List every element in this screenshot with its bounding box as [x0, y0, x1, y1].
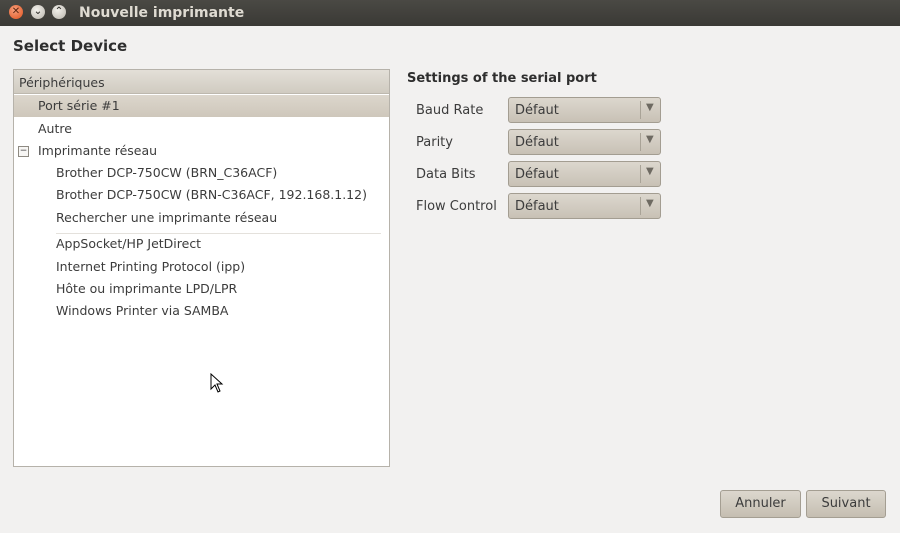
combo-divider — [640, 133, 641, 151]
list-item-label: Hôte ou imprimante LPD/LPR — [56, 281, 238, 296]
combo-divider — [640, 101, 641, 119]
chevron-down-icon: ▼ — [646, 134, 654, 145]
list-item[interactable]: Windows Printer via SAMBA — [14, 300, 389, 322]
list-item[interactable]: Autre — [14, 118, 389, 140]
parity-value: Défaut — [515, 135, 559, 150]
data-bits-value: Défaut — [515, 167, 559, 182]
list-item[interactable]: AppSocket/HP JetDirect — [14, 233, 389, 255]
parity-select[interactable]: Défaut ▼ — [508, 129, 661, 155]
list-item[interactable]: Rechercher une imprimante réseau — [14, 207, 389, 229]
list-item-label: Autre — [38, 121, 72, 136]
baud-rate-label: Baud Rate — [416, 103, 484, 118]
collapse-icon[interactable]: − — [18, 146, 29, 157]
page-title: Select Device — [13, 37, 128, 55]
minimize-icon[interactable]: ⌄ — [31, 5, 45, 19]
list-item-label: Windows Printer via SAMBA — [56, 303, 229, 318]
chevron-down-icon: ▼ — [646, 102, 654, 113]
list-item[interactable]: Port série #1 — [14, 95, 389, 117]
list-item[interactable]: Hôte ou imprimante LPD/LPR — [14, 278, 389, 300]
title-bar: ✕ ⌄ ⌃ Nouvelle imprimante — [0, 0, 900, 26]
chevron-down-icon: ▼ — [646, 198, 654, 209]
close-icon[interactable]: ✕ — [9, 5, 23, 19]
list-item[interactable]: − Imprimante réseau — [14, 140, 389, 162]
flow-control-label: Flow Control — [416, 199, 497, 214]
device-list-header[interactable]: Périphériques — [14, 70, 389, 94]
baud-rate-select[interactable]: Défaut ▼ — [508, 97, 661, 123]
combo-divider — [640, 197, 641, 215]
list-item[interactable]: Brother DCP-750CW (BRN-C36ACF, 192.168.1… — [14, 184, 389, 206]
list-item[interactable]: Brother DCP-750CW (BRN_C36ACF) — [14, 162, 389, 184]
list-item-label: Internet Printing Protocol (ipp) — [56, 259, 246, 274]
list-item-label: Rechercher une imprimante réseau — [56, 210, 278, 225]
parity-label: Parity — [416, 135, 453, 150]
list-item-label: Port série #1 — [38, 98, 120, 113]
flow-control-select[interactable]: Défaut ▼ — [508, 193, 661, 219]
maximize-icon[interactable]: ⌃ — [52, 5, 66, 19]
settings-title: Settings of the serial port — [407, 71, 597, 86]
list-item-label: Imprimante réseau — [38, 143, 158, 158]
cancel-button[interactable]: Annuler — [720, 490, 801, 518]
window-title: Nouvelle imprimante — [79, 5, 245, 21]
next-button[interactable]: Suivant — [806, 490, 886, 518]
list-item-label: Brother DCP-750CW (BRN_C36ACF) — [56, 165, 278, 180]
chevron-down-icon: ▼ — [646, 166, 654, 177]
mouse-cursor-icon — [210, 373, 224, 393]
baud-rate-value: Défaut — [515, 103, 559, 118]
list-item-label: Brother DCP-750CW (BRN-C36ACF, 192.168.1… — [56, 187, 367, 202]
flow-control-value: Défaut — [515, 199, 559, 214]
list-item[interactable]: Internet Printing Protocol (ipp) — [14, 256, 389, 278]
data-bits-label: Data Bits — [416, 167, 476, 182]
data-bits-select[interactable]: Défaut ▼ — [508, 161, 661, 187]
combo-divider — [640, 165, 641, 183]
list-item-label: AppSocket/HP JetDirect — [56, 236, 202, 251]
device-list[interactable]: Périphériques Port série #1 Autre − Impr… — [13, 69, 390, 467]
device-list-header-label: Périphériques — [19, 75, 105, 90]
